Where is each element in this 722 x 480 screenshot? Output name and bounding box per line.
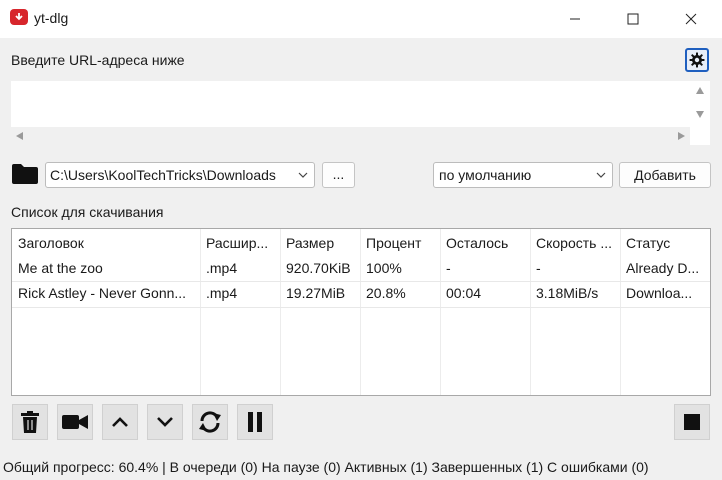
add-button[interactable]: Добавить: [619, 162, 711, 188]
table-row[interactable]: Rick Astley - Never Gonn... .mp4 19.27Mi…: [12, 281, 710, 308]
settings-button[interactable]: [685, 48, 709, 72]
maximize-button[interactable]: [610, 0, 656, 38]
scroll-right-icon[interactable]: [678, 132, 685, 140]
chevron-down-icon: [298, 172, 308, 178]
scroll-up-icon[interactable]: [696, 87, 704, 94]
status-text: Общий прогресс: 60.4% | В очереди (0) На…: [3, 459, 649, 475]
gear-icon: [689, 52, 705, 68]
pause-icon: [248, 412, 262, 432]
cell-status: Downloa...: [626, 285, 693, 301]
url-input[interactable]: [11, 81, 710, 145]
column-header-extension[interactable]: Расшир...: [206, 235, 268, 251]
cell-extension: .mp4: [206, 260, 238, 276]
cell-speed: -: [536, 260, 541, 276]
cell-status: Already D...: [626, 260, 700, 276]
column-header-size[interactable]: Размер: [286, 235, 334, 251]
format-value: по умолчанию: [439, 167, 532, 183]
cell-percent: 20.8%: [366, 285, 406, 301]
stop-icon: [684, 414, 700, 430]
column-divider[interactable]: [530, 229, 531, 395]
column-divider[interactable]: [440, 229, 441, 395]
cell-remaining: -: [446, 260, 451, 276]
column-header-title[interactable]: Заголовок: [18, 235, 84, 251]
column-header-remaining[interactable]: Осталось: [446, 235, 508, 251]
reload-button[interactable]: [192, 404, 228, 440]
column-divider[interactable]: [620, 229, 621, 395]
arrow-down-icon: [157, 417, 173, 427]
delete-button[interactable]: [12, 404, 48, 440]
download-list[interactable]: Заголовок Расшир... Размер Процент Остал…: [11, 228, 711, 396]
cell-speed: 3.18MiB/s: [536, 285, 599, 301]
arrow-up-icon: [112, 417, 128, 427]
scroll-left-icon[interactable]: [16, 132, 23, 140]
url-label: Введите URL-адреса ниже: [11, 52, 185, 68]
app-logo-icon: [10, 9, 28, 25]
window-title: yt-dlg: [34, 10, 69, 26]
cell-extension: .mp4: [206, 285, 238, 301]
cell-size: 19.27MiB: [286, 285, 346, 301]
download-path-select[interactable]: C:\Users\KoolTechTricks\Downloads: [45, 162, 315, 188]
vertical-scrollbar[interactable]: [690, 81, 710, 127]
column-divider[interactable]: [360, 229, 361, 395]
close-button[interactable]: [668, 0, 714, 38]
scroll-down-icon[interactable]: [696, 111, 704, 118]
column-header-status[interactable]: Статус: [626, 235, 670, 251]
column-header-speed[interactable]: Скорость ...: [536, 235, 612, 251]
open-folder-button[interactable]: [11, 163, 41, 187]
table-row[interactable]: Me at the zoo .mp4 920.70KiB 100% - - Al…: [12, 257, 710, 282]
cell-percent: 100%: [366, 260, 402, 276]
column-divider[interactable]: [200, 229, 201, 395]
stop-button[interactable]: [674, 404, 710, 440]
column-header-percent[interactable]: Процент: [366, 235, 421, 251]
format-select[interactable]: по умолчанию: [433, 162, 613, 188]
minimize-button[interactable]: [552, 0, 598, 38]
reload-icon: [199, 411, 221, 433]
cell-size: 920.70KiB: [286, 260, 351, 276]
move-up-button[interactable]: [102, 404, 138, 440]
title-bar: yt-dlg: [0, 0, 722, 38]
cell-title: Me at the zoo: [18, 260, 103, 276]
horizontal-scrollbar[interactable]: [11, 127, 690, 145]
download-list-label: Список для скачивания: [11, 204, 164, 220]
move-down-button[interactable]: [147, 404, 183, 440]
chevron-down-icon: [596, 172, 606, 178]
play-video-button[interactable]: [57, 404, 93, 440]
pause-button[interactable]: [237, 404, 273, 440]
column-divider[interactable]: [280, 229, 281, 395]
cell-title: Rick Astley - Never Gonn...: [18, 285, 187, 301]
trash-icon: [21, 411, 39, 433]
folder-icon: [12, 164, 38, 184]
cell-remaining: 00:04: [446, 285, 482, 301]
status-bar: Общий прогресс: 60.4% | В очереди (0) На…: [0, 456, 722, 480]
download-path-value: C:\Users\KoolTechTricks\Downloads: [50, 167, 276, 183]
browse-button[interactable]: ...: [322, 162, 355, 188]
video-camera-icon: [62, 415, 88, 429]
